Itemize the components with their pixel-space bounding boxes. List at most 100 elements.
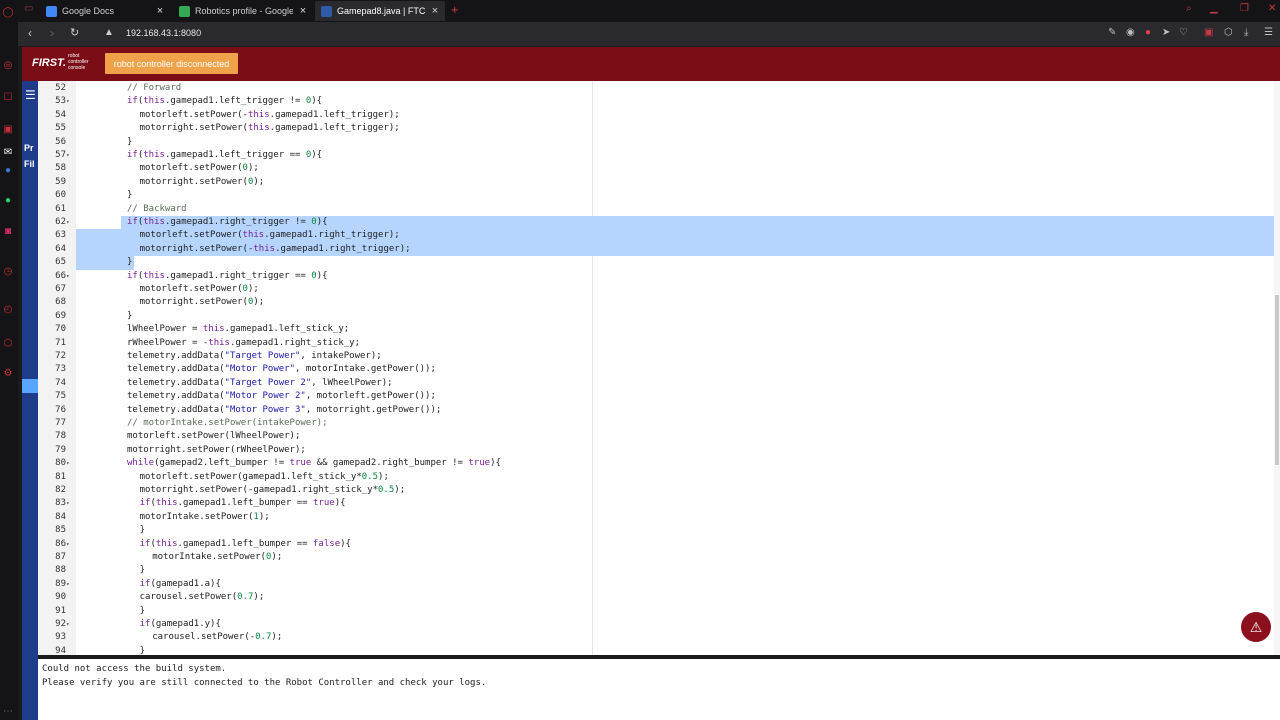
not-secure-icon[interactable]: ▲ xyxy=(104,27,114,38)
edit-icon[interactable]: ✎ xyxy=(1108,27,1116,38)
code-line[interactable]: 56} xyxy=(38,136,1278,149)
reload-icon[interactable]: ↻ xyxy=(70,26,79,39)
fold-toggle-icon[interactable]: ▾ xyxy=(66,578,74,591)
code-line[interactable]: 85} xyxy=(38,524,1278,537)
code-line[interactable]: 74 telemetry.addData("Target Power 2", lW… xyxy=(38,377,1278,390)
tab-robotics-profile[interactable]: Robotics profile - Google D × xyxy=(173,1,313,21)
code-line[interactable]: 76 telemetry.addData("Motor Power 3", mot… xyxy=(38,404,1278,417)
speed-dial-icon[interactable]: ◎ xyxy=(1,58,15,72)
download-icon[interactable]: ⤓ xyxy=(1244,27,1248,38)
code-line[interactable]: 62 ▾ if(this.gamepad1.right_trigger != 0){ xyxy=(38,216,1278,229)
close-tab-icon[interactable]: × xyxy=(429,5,441,17)
close-window-icon[interactable]: ✕ xyxy=(1268,3,1276,14)
fold-toggle-icon[interactable]: ▾ xyxy=(66,95,74,108)
back-icon[interactable]: ‹ xyxy=(28,26,32,40)
code-line[interactable]: 72 telemetry.addData("Target Power", inta… xyxy=(38,350,1278,363)
code-line[interactable]: 75 telemetry.addData("Motor Power 2", mot… xyxy=(38,390,1278,403)
code-line[interactable]: 65} xyxy=(38,256,1278,269)
code-line[interactable]: 55 motorright.setPower(this.gamepad1.left… xyxy=(38,122,1278,135)
code-line[interactable]: 59 motorright.setPower(0); xyxy=(38,176,1278,189)
minimize-icon[interactable]: ▁ xyxy=(1210,3,1218,14)
code-line[interactable]: 84 motorIntake.setPower(1); xyxy=(38,511,1278,524)
code-line[interactable]: 88} xyxy=(38,564,1278,577)
fold-toggle-icon[interactable]: ▾ xyxy=(66,618,74,631)
code-line[interactable]: 78 motorleft.setPower(lWheelPower); xyxy=(38,430,1278,443)
sidebar-partial-text: Pr xyxy=(24,143,34,153)
fold-toggle-icon[interactable]: ▾ xyxy=(66,538,74,551)
code-line[interactable]: 60} xyxy=(38,189,1278,202)
code-line[interactable]: 86 ▾ if(this.gamepad1.left_bumper == false… xyxy=(38,538,1278,551)
code-line[interactable]: 61 // Backward xyxy=(38,203,1278,216)
warning-icon[interactable]: ⚠ xyxy=(1241,612,1271,642)
code-line[interactable]: 93 carousel.setPower(-0.7); xyxy=(38,631,1278,644)
code-line[interactable]: 91} xyxy=(38,605,1278,618)
code-editor[interactable]: 52// Forward 53 ▾ if(this.gamepad1.left_tri… xyxy=(38,81,1280,655)
fold-toggle-icon[interactable]: ▾ xyxy=(66,216,74,229)
record-icon[interactable]: ● xyxy=(1145,27,1151,38)
heart-icon[interactable]: ♡ xyxy=(1179,27,1188,38)
instagram-icon[interactable]: ◙ xyxy=(1,224,15,238)
close-tab-icon[interactable]: × xyxy=(154,5,166,17)
close-tab-icon[interactable]: × xyxy=(297,5,309,17)
code-line[interactable]: 89 ▾ if(gamepad1.a){ xyxy=(38,578,1278,591)
code-line[interactable]: 71 rWheelPower = -this.gamepad1.right_sti… xyxy=(38,337,1278,350)
send-icon[interactable]: ➤ xyxy=(1162,27,1170,38)
scrollbar-thumb[interactable] xyxy=(1275,295,1279,465)
messenger-icon[interactable]: ✉ xyxy=(1,145,15,159)
tab-google-docs[interactable]: Google Docs × xyxy=(40,1,170,21)
code-line[interactable]: 63 motorleft.setPower(this.gamepad1.right… xyxy=(38,229,1278,242)
twitch-icon[interactable]: ▣ xyxy=(1,122,15,136)
code-line[interactable]: 66 ▾ if(this.gamepad1.right_trigger == 0){ xyxy=(38,270,1278,283)
code-line[interactable]: 68 motorright.setPower(0); xyxy=(38,296,1278,309)
code-line[interactable]: 80 ▾ while(gamepad2.left_bumper != true &&… xyxy=(38,457,1278,470)
editor-scrollbar[interactable] xyxy=(1274,81,1280,655)
code-line[interactable]: 69} xyxy=(38,310,1278,323)
code-line[interactable]: 54 motorleft.setPower(-this.gamepad1.left… xyxy=(38,109,1278,122)
tab-gamepad8[interactable]: Gamepad8.java | FTC Code × xyxy=(315,1,445,21)
code-line[interactable]: 53 ▾ if(this.gamepad1.left_trigger != 0){ xyxy=(38,95,1278,108)
clock-icon[interactable]: ◴ xyxy=(1,302,15,316)
forward-icon[interactable]: › xyxy=(50,26,54,40)
settings-icon[interactable]: ⚙ xyxy=(1,366,15,380)
opera-logo-icon[interactable]: ◯ xyxy=(1,5,15,19)
code-line[interactable]: 94} xyxy=(38,645,1278,655)
messenger-blue-icon[interactable]: ● xyxy=(1,163,15,177)
code-line[interactable]: 70 lWheelPower = this.gamepad1.left_stick… xyxy=(38,323,1278,336)
code-line[interactable]: 67 motorleft.setPower(0); xyxy=(38,283,1278,296)
code-line[interactable]: 57 ▾ if(this.gamepad1.left_trigger == 0){ xyxy=(38,149,1278,162)
history-icon[interactable]: ◷ xyxy=(1,264,15,278)
code-line[interactable]: 79 motorright.setPower(rWheelPower); xyxy=(38,444,1278,457)
new-tab-button[interactable]: + xyxy=(451,2,459,17)
url-field[interactable]: 192.168.43.1:8080 xyxy=(126,28,201,38)
cube-icon[interactable]: ⬡ xyxy=(1224,27,1233,38)
snapshot-icon[interactable]: ◉ xyxy=(1126,27,1135,38)
hamburger-icon[interactable]: ☰ xyxy=(25,88,36,102)
code-line[interactable]: 90 carousel.setPower(0.7); xyxy=(38,591,1278,604)
menu-icon[interactable]: ☰ xyxy=(1264,27,1273,38)
fold-toggle-icon[interactable]: ▾ xyxy=(66,270,74,283)
code-line[interactable]: 58 motorleft.setPower(0); xyxy=(38,162,1278,175)
whatsapp-icon[interactable]: ● xyxy=(1,193,15,207)
code-line[interactable]: 92 ▾ if(gamepad1.y){ xyxy=(38,618,1278,631)
code-text: if(this.gamepad1.left_bumper == false){ xyxy=(139,538,351,549)
fold-toggle-icon[interactable]: ▾ xyxy=(66,149,74,162)
code-line[interactable]: 52 // Forward xyxy=(38,82,1278,95)
code-line[interactable]: 77 // motorIntake.setPower(intakePower); xyxy=(38,417,1278,430)
fold-toggle-icon[interactable]: ▾ xyxy=(66,457,74,470)
bookmarks-icon[interactable]: ☐ xyxy=(1,90,15,104)
code-line[interactable]: 82 motorright.setPower(-gamepad1.right_st… xyxy=(38,484,1278,497)
code-text: // Forward xyxy=(127,83,182,93)
extension-icon[interactable]: ▣ xyxy=(1204,27,1213,38)
selected-file-marker[interactable] xyxy=(22,379,38,393)
code-line[interactable]: 64 motorright.setPower(-this.gamepad1.rig… xyxy=(38,243,1278,256)
search-tabs-icon[interactable]: ⌕ xyxy=(1186,3,1192,14)
code-line[interactable]: 87 motorIntake.setPower(0); xyxy=(38,551,1278,564)
code-line[interactable]: 73 telemetry.addData("Motor Power", motor… xyxy=(38,363,1278,376)
window-menu-icon[interactable]: ▭ xyxy=(24,3,33,14)
more-icon[interactable]: ⋯ xyxy=(1,704,15,718)
restore-icon[interactable]: ❐ xyxy=(1240,3,1249,14)
extensions-icon[interactable]: ⬡ xyxy=(1,336,15,350)
fold-toggle-icon[interactable]: ▾ xyxy=(66,497,74,510)
code-line[interactable]: 83 ▾ if(this.gamepad1.left_bumper == true)… xyxy=(38,497,1278,510)
code-line[interactable]: 81 motorleft.setPower(gamepad1.left_stick… xyxy=(38,471,1278,484)
